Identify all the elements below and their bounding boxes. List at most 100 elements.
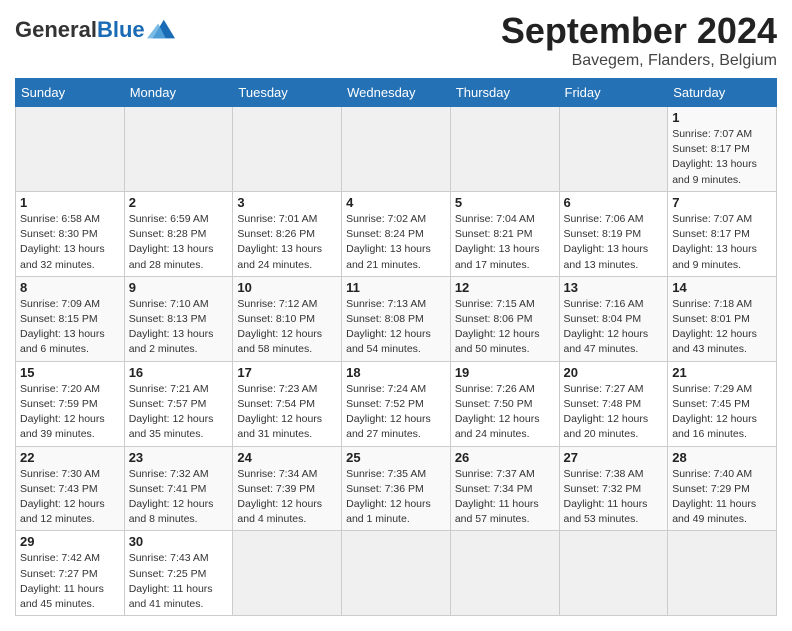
- calendar-cell: 19Sunrise: 7:26 AM Sunset: 7:50 PM Dayli…: [450, 361, 559, 446]
- day-detail: Sunrise: 7:43 AM Sunset: 7:25 PM Dayligh…: [129, 551, 229, 612]
- day-number: 1: [672, 110, 772, 125]
- header-wednesday: Wednesday: [342, 79, 451, 107]
- calendar-cell: 16Sunrise: 7:21 AM Sunset: 7:57 PM Dayli…: [124, 361, 233, 446]
- calendar-cell: [124, 107, 233, 192]
- day-number: 22: [20, 450, 120, 465]
- calendar-cell: 28Sunrise: 7:40 AM Sunset: 7:29 PM Dayli…: [668, 446, 777, 531]
- day-detail: Sunrise: 7:35 AM Sunset: 7:36 PM Dayligh…: [346, 467, 446, 528]
- day-number: 20: [564, 365, 664, 380]
- calendar-cell: 4Sunrise: 7:02 AM Sunset: 8:24 PM Daylig…: [342, 191, 451, 276]
- calendar-cell: 15 Sunrise: 7:20 AM Sunset: 7:59 PM Dayli…: [16, 361, 125, 446]
- calendar-cell: 10Sunrise: 7:12 AM Sunset: 8:10 PM Dayli…: [233, 276, 342, 361]
- day-number: 2: [129, 195, 229, 210]
- day-number: 17: [237, 365, 337, 380]
- header-thursday: Thursday: [450, 79, 559, 107]
- day-number: 18: [346, 365, 446, 380]
- calendar-cell: 7Sunrise: 7:07 AM Sunset: 8:17 PM Daylig…: [668, 191, 777, 276]
- day-detail: Sunrise: 7:27 AM Sunset: 7:48 PM Dayligh…: [564, 382, 664, 443]
- day-detail: Sunrise: 7:20 AM Sunset: 7:59 PM Dayligh…: [20, 382, 120, 443]
- day-number: 19: [455, 365, 555, 380]
- calendar-cell: [559, 531, 668, 616]
- calendar-cell: 6 Sunrise: 7:06 AM Sunset: 8:19 PM Daylig…: [559, 191, 668, 276]
- calendar-cell: [16, 107, 125, 192]
- day-detail: Sunrise: 7:38 AM Sunset: 7:32 PM Dayligh…: [564, 467, 664, 528]
- day-detail: Sunrise: 7:06 AM Sunset: 8:19 PM Dayligh…: [564, 212, 664, 273]
- calendar-cell: [559, 107, 668, 192]
- calendar-week-row: 15 Sunrise: 7:20 AM Sunset: 7:59 PM Dayli…: [16, 361, 777, 446]
- calendar-cell: 30 Sunrise: 7:43 AM Sunset: 7:25 PM Dayli…: [124, 531, 233, 616]
- calendar-cell: 2 Sunrise: 6:59 AM Sunset: 8:28 PM Daylig…: [124, 191, 233, 276]
- day-number: 26: [455, 450, 555, 465]
- title-area: September 2024 Bavegem, Flanders, Belgiu…: [501, 10, 777, 70]
- day-number: 24: [237, 450, 337, 465]
- calendar-cell: 5Sunrise: 7:04 AM Sunset: 8:21 PM Daylig…: [450, 191, 559, 276]
- day-number: 21: [672, 365, 772, 380]
- calendar-cell: 9 Sunrise: 7:10 AM Sunset: 8:13 PM Daylig…: [124, 276, 233, 361]
- calendar-cell: 29 Sunrise: 7:42 AM Sunset: 7:27 PM Dayli…: [16, 531, 125, 616]
- calendar-cell: 25 Sunrise: 7:35 AM Sunset: 7:36 PM Dayli…: [342, 446, 451, 531]
- day-number: 16: [129, 365, 229, 380]
- header-sunday: Sunday: [16, 79, 125, 107]
- day-detail: Sunrise: 7:18 AM Sunset: 8:01 PM Dayligh…: [672, 297, 772, 358]
- calendar-cell: 8 Sunrise: 7:09 AM Sunset: 8:15 PM Daylig…: [16, 276, 125, 361]
- calendar-cell: 20 Sunrise: 7:27 AM Sunset: 7:48 PM Dayli…: [559, 361, 668, 446]
- header-monday: Monday: [124, 79, 233, 107]
- day-number: 13: [564, 280, 664, 295]
- day-detail: Sunrise: 7:42 AM Sunset: 7:27 PM Dayligh…: [20, 551, 120, 612]
- day-number: 29: [20, 534, 120, 549]
- day-number: 7: [672, 195, 772, 210]
- calendar-week-row: 8 Sunrise: 7:09 AM Sunset: 8:15 PM Daylig…: [16, 276, 777, 361]
- day-number: 27: [564, 450, 664, 465]
- calendar-header-row: SundayMondayTuesdayWednesdayThursdayFrid…: [16, 79, 777, 107]
- header-tuesday: Tuesday: [233, 79, 342, 107]
- location-title: Bavegem, Flanders, Belgium: [501, 52, 777, 70]
- calendar-cell: 1 Sunrise: 7:07 AM Sunset: 8:17 PM Daylig…: [668, 107, 777, 192]
- calendar-cell: 22 Sunrise: 7:30 AM Sunset: 7:43 PM Dayli…: [16, 446, 125, 531]
- day-number: 15: [20, 365, 120, 380]
- day-detail: Sunrise: 7:30 AM Sunset: 7:43 PM Dayligh…: [20, 467, 120, 528]
- calendar-cell: 23Sunrise: 7:32 AM Sunset: 7:41 PM Dayli…: [124, 446, 233, 531]
- day-detail: Sunrise: 7:34 AM Sunset: 7:39 PM Dayligh…: [237, 467, 337, 528]
- logo-icon: [147, 16, 175, 44]
- day-number: 30: [129, 534, 229, 549]
- day-detail: Sunrise: 7:24 AM Sunset: 7:52 PM Dayligh…: [346, 382, 446, 443]
- calendar-cell: 3Sunrise: 7:01 AM Sunset: 8:26 PM Daylig…: [233, 191, 342, 276]
- day-detail: Sunrise: 6:59 AM Sunset: 8:28 PM Dayligh…: [129, 212, 229, 273]
- calendar-cell: 13Sunrise: 7:16 AM Sunset: 8:04 PM Dayli…: [559, 276, 668, 361]
- day-number: 9: [129, 280, 229, 295]
- calendar-table: SundayMondayTuesdayWednesdayThursdayFrid…: [15, 78, 777, 616]
- day-detail: Sunrise: 7:07 AM Sunset: 8:17 PM Dayligh…: [672, 127, 772, 188]
- calendar-week-row: 22 Sunrise: 7:30 AM Sunset: 7:43 PM Dayli…: [16, 446, 777, 531]
- logo-blue: Blue: [97, 17, 145, 42]
- day-number: 4: [346, 195, 446, 210]
- calendar-cell: 27 Sunrise: 7:38 AM Sunset: 7:32 PM Dayli…: [559, 446, 668, 531]
- calendar-cell: [233, 107, 342, 192]
- calendar-cell: 24 Sunrise: 7:34 AM Sunset: 7:39 PM Dayli…: [233, 446, 342, 531]
- day-number: 23: [129, 450, 229, 465]
- month-title: September 2024: [501, 10, 777, 52]
- day-detail: Sunrise: 7:10 AM Sunset: 8:13 PM Dayligh…: [129, 297, 229, 358]
- day-number: 25: [346, 450, 446, 465]
- calendar-cell: [450, 531, 559, 616]
- day-detail: Sunrise: 7:13 AM Sunset: 8:08 PM Dayligh…: [346, 297, 446, 358]
- calendar-week-row: 1 Sunrise: 7:07 AM Sunset: 8:17 PM Daylig…: [16, 107, 777, 192]
- day-number: 28: [672, 450, 772, 465]
- header-friday: Friday: [559, 79, 668, 107]
- day-number: 6: [564, 195, 664, 210]
- calendar-cell: 1Sunrise: 6:58 AM Sunset: 8:30 PM Daylig…: [16, 191, 125, 276]
- logo-general: General: [15, 17, 97, 42]
- day-number: 5: [455, 195, 555, 210]
- day-detail: Sunrise: 7:09 AM Sunset: 8:15 PM Dayligh…: [20, 297, 120, 358]
- calendar-week-row: 1Sunrise: 6:58 AM Sunset: 8:30 PM Daylig…: [16, 191, 777, 276]
- calendar-cell: [342, 107, 451, 192]
- day-detail: Sunrise: 7:23 AM Sunset: 7:54 PM Dayligh…: [237, 382, 337, 443]
- day-number: 8: [20, 280, 120, 295]
- calendar-cell: 17 Sunrise: 7:23 AM Sunset: 7:54 PM Dayli…: [233, 361, 342, 446]
- day-number: 12: [455, 280, 555, 295]
- calendar-cell: 12Sunrise: 7:15 AM Sunset: 8:06 PM Dayli…: [450, 276, 559, 361]
- calendar-week-row: 29 Sunrise: 7:42 AM Sunset: 7:27 PM Dayli…: [16, 531, 777, 616]
- header-saturday: Saturday: [668, 79, 777, 107]
- logo: GeneralBlue: [15, 16, 175, 44]
- day-number: 11: [346, 280, 446, 295]
- calendar-cell: [233, 531, 342, 616]
